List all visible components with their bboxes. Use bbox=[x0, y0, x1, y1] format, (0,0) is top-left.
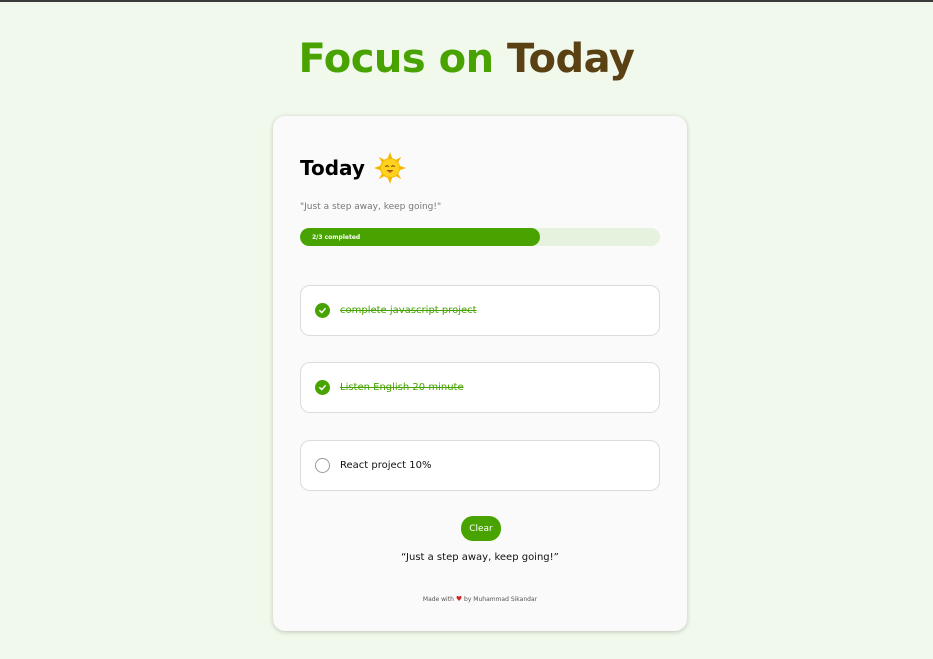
card-title: Today bbox=[300, 156, 365, 180]
page-title-part2: Today bbox=[507, 36, 635, 82]
footer-suffix: by Muhammad Sikandar bbox=[464, 596, 538, 603]
clear-button[interactable]: Clear bbox=[461, 516, 501, 541]
card-subtitle: "Just a step away, keep going!" bbox=[300, 202, 442, 212]
task-text: React project 10% bbox=[340, 460, 432, 471]
footer-credit: Made with ♥ by Muhammad Sikandar bbox=[273, 595, 687, 603]
footer-prefix: Made with bbox=[422, 596, 454, 603]
progress-label: 2/3 completed bbox=[312, 233, 361, 241]
task-text: Listen English 20 minute bbox=[340, 382, 464, 393]
task-item[interactable]: complete javascript project bbox=[300, 285, 660, 336]
page-title: Focus on Today bbox=[0, 36, 933, 82]
task-checkbox[interactable] bbox=[315, 303, 330, 318]
card-header: Today bbox=[300, 151, 407, 185]
page-title-part1: Focus on bbox=[298, 36, 495, 82]
task-item[interactable]: Listen English 20 minute bbox=[300, 362, 660, 413]
task-checkbox[interactable] bbox=[315, 458, 330, 473]
progress-bar-fill: 2/3 completed bbox=[300, 228, 541, 246]
task-text: complete javascript project bbox=[340, 305, 477, 316]
motivational-quote: “Just a step away, keep going!” bbox=[401, 552, 559, 563]
todo-card: Today "Just a step away, keep going!" 2/… bbox=[273, 116, 687, 631]
heart-icon: ♥ bbox=[455, 595, 463, 603]
task-checkbox[interactable] bbox=[315, 380, 330, 395]
sun-icon bbox=[373, 152, 406, 184]
progress-bar: 2/3 completed bbox=[300, 228, 660, 246]
check-icon bbox=[319, 307, 326, 314]
check-icon bbox=[319, 384, 326, 391]
task-item[interactable]: React project 10% bbox=[300, 440, 660, 491]
